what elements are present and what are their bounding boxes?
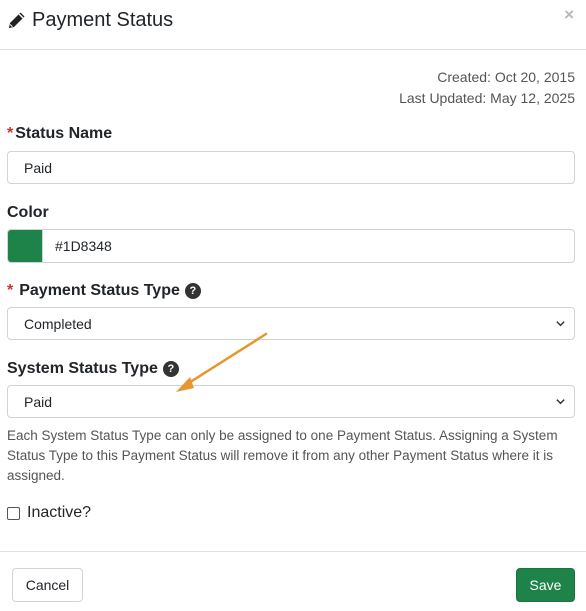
inactive-checkbox-row[interactable]: Inactive? <box>7 504 91 522</box>
system-status-type-value: Paid <box>24 393 53 410</box>
pencil-icon <box>7 10 27 30</box>
payment-status-type-label-text: Payment Status Type <box>19 282 180 299</box>
status-name-input[interactable]: Paid <box>7 151 575 184</box>
cancel-button[interactable]: Cancel <box>12 568 83 602</box>
system-status-type-label: System Status Type ? <box>7 360 179 378</box>
created-date: Created: Oct 20, 2015 <box>437 69 575 85</box>
title-wrap: Payment Status <box>7 9 173 31</box>
color-field[interactable]: #1D8348 <box>7 229 575 263</box>
save-button[interactable]: Save <box>516 568 575 602</box>
annotation-arrow-icon <box>176 332 268 392</box>
required-marker: * <box>7 282 14 299</box>
modal-header: Payment Status × <box>0 0 586 50</box>
modal-footer: Cancel Save <box>0 551 586 611</box>
payment-status-type-value: Completed <box>24 315 92 332</box>
system-status-type-select[interactable]: Paid <box>7 385 575 418</box>
color-label-text: Color <box>7 204 49 221</box>
chevron-down-icon <box>556 399 565 405</box>
required-marker: * <box>7 125 14 142</box>
modal-title: Payment Status <box>32 9 174 31</box>
close-button[interactable]: × <box>564 6 574 23</box>
color-label: Color <box>7 204 49 222</box>
color-swatch[interactable] <box>8 230 42 262</box>
color-hex-input[interactable]: #1D8348 <box>42 230 574 262</box>
status-name-label: * Status Name <box>7 125 112 143</box>
inactive-label: Inactive? <box>27 504 92 521</box>
record-meta: Created: Oct 20, 2015 Last Updated: May … <box>399 67 575 109</box>
payment-status-type-label: * Payment Status Type ? <box>7 282 201 300</box>
system-status-type-label-text: System Status Type <box>7 360 158 377</box>
status-name-label-text: Status Name <box>15 125 113 142</box>
question-circle-icon[interactable]: ? <box>184 283 201 299</box>
last-updated-date: Last Updated: May 12, 2025 <box>399 90 575 106</box>
payment-status-type-select[interactable]: Completed <box>7 307 575 340</box>
chevron-down-icon <box>556 321 565 327</box>
inactive-checkbox[interactable] <box>7 506 20 520</box>
system-status-help-text: Each System Status Type can only be assi… <box>7 428 558 483</box>
